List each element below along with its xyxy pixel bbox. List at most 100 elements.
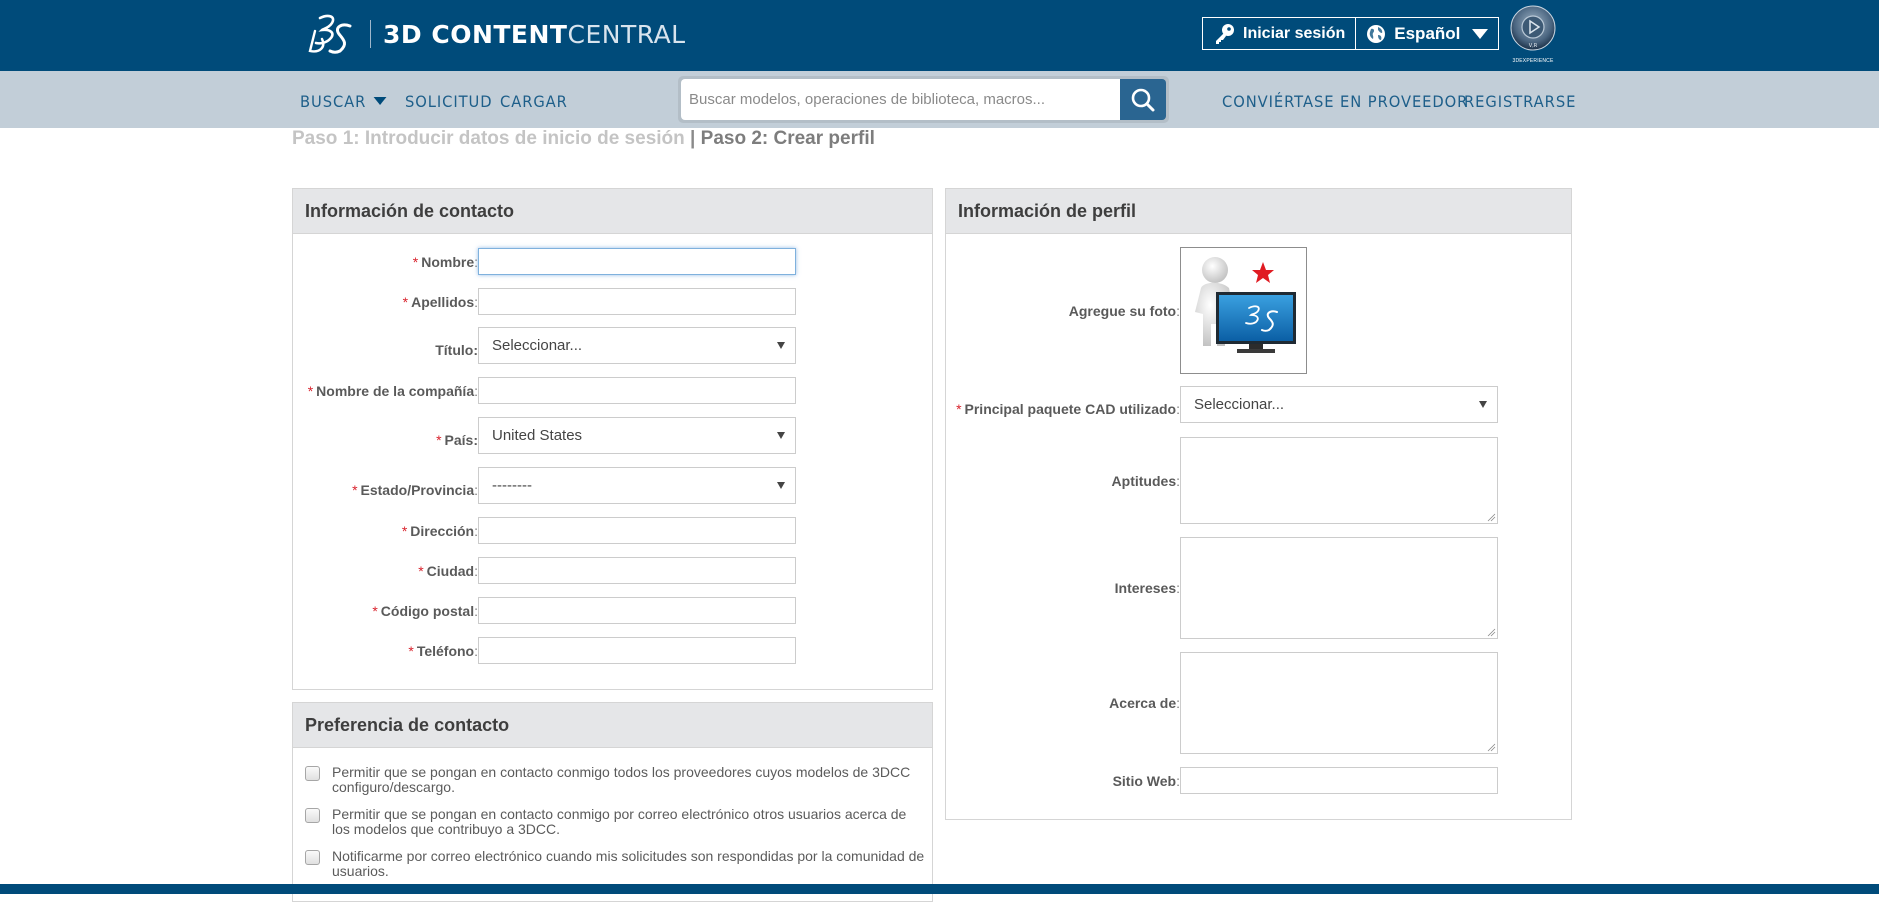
skills-label: Aptitudes: — [1111, 472, 1180, 489]
login-label: Iniciar sesión — [1243, 24, 1346, 42]
preference-text-users: Permitir que se pongan en contacto conmi… — [332, 806, 907, 837]
dropdown-arrow-icon — [777, 432, 785, 439]
ciudad-label: * Ciudad: — [418, 562, 478, 579]
svg-text:V,R: V,R — [1529, 43, 1538, 49]
interests-textarea[interactable] — [1180, 537, 1498, 639]
compania-input[interactable] — [478, 377, 796, 404]
codigo-postal-label: * Código postal: — [372, 602, 478, 619]
apellidos-input[interactable] — [478, 288, 796, 315]
profile-info-panel: Información de perfil Agregue su foto: *… — [945, 188, 1572, 820]
contact-preference-title: Preferencia de contacto — [293, 703, 932, 748]
step-2: Paso 2: Crear perfil — [700, 128, 875, 149]
preference-text-providers: Permitir que se pongan en contacto conmi… — [332, 764, 911, 795]
codigo-postal-input[interactable] — [478, 597, 796, 624]
website-input[interactable] — [1180, 767, 1498, 794]
field-row-estado: * Estado/Provincia: -------- — [293, 467, 796, 504]
about-textarea[interactable] — [1180, 652, 1498, 754]
nav-buscar-label: BUSCAR — [300, 92, 367, 111]
field-row-photo: Agregue su foto: — [946, 247, 1307, 374]
pais-select-value: United States — [492, 427, 583, 444]
pais-label: * País: — [436, 432, 478, 448]
caret-down-icon — [1472, 28, 1489, 39]
field-row-direccion: * Dirección: — [293, 517, 796, 544]
field-row-codigo-postal: * Código postal: — [293, 597, 796, 624]
field-row-website: Sitio Web: — [946, 767, 1498, 794]
nombre-input[interactable] — [478, 248, 796, 275]
profile-photo-upload[interactable] — [1180, 247, 1307, 374]
field-row-titulo: Título: Seleccionar... — [293, 327, 796, 364]
nav-solicitud[interactable]: SOLICITUD — [405, 92, 492, 111]
language-dropdown[interactable]: Español — [1355, 18, 1498, 49]
key-icon — [1216, 23, 1234, 44]
preference-checkbox-users[interactable] — [305, 808, 320, 823]
search-button[interactable] — [1120, 79, 1166, 120]
nav-become-provider[interactable]: CONVIÉRTASE EN PROVEEDOR — [1222, 92, 1468, 111]
apellidos-label: * Apellidos: — [402, 293, 478, 310]
brand-name: 3D CONTENTCENTRAL — [383, 19, 686, 49]
profile-info-title: Información de perfil — [946, 189, 1571, 234]
top-header: 3D CONTENTCENTRAL Iniciar sesión Español — [0, 0, 1879, 71]
telefono-label: * Teléfono: — [408, 642, 478, 659]
field-row-interests: Intereses: — [946, 537, 1498, 639]
compania-label: * Nombre de la compañía: — [307, 382, 478, 399]
globe-icon — [1367, 24, 1386, 43]
estado-select[interactable]: -------- — [478, 467, 796, 504]
search-input[interactable] — [681, 79, 1120, 120]
estado-label: * Estado/Provincia: — [352, 482, 478, 498]
field-row-pais: * País: United States — [293, 417, 796, 454]
preference-option-notify: Notificarme por correo electrónico cuand… — [305, 849, 925, 879]
ciudad-input[interactable] — [478, 557, 796, 584]
nombre-label: * Nombre: — [412, 253, 478, 270]
default-avatar-icon — [1195, 257, 1296, 353]
nav-cargar[interactable]: CARGAR — [500, 92, 568, 111]
nav-register[interactable]: REGISTRARSE — [1464, 92, 1576, 111]
cad-select[interactable]: Seleccionar... — [1180, 386, 1498, 423]
dropdown-arrow-icon — [1479, 401, 1487, 408]
photo-label: Agregue su foto: — [1068, 302, 1180, 319]
titulo-select[interactable]: Seleccionar... — [478, 327, 796, 364]
field-row-ciudad: * Ciudad: — [293, 557, 796, 584]
3dexperience-compass-icon: V,R — [1510, 5, 1556, 51]
dropdown-arrow-icon — [777, 482, 785, 489]
login-button[interactable]: Iniciar sesión — [1203, 18, 1355, 49]
direccion-input[interactable] — [478, 517, 796, 544]
contact-info-panel: Información de contacto * Nombre: * Apelli… — [292, 188, 933, 690]
field-row-skills: Aptitudes: — [946, 437, 1498, 524]
resize-grip-icon[interactable] — [1487, 628, 1496, 637]
direccion-label: * Dirección: — [401, 522, 478, 539]
footer-bar — [0, 884, 1879, 894]
preference-text-notify: Notificarme por correo electrónico cuand… — [332, 848, 925, 879]
resize-grip-icon[interactable] — [1487, 743, 1496, 752]
titulo-label: Título: — [435, 342, 478, 358]
about-label: Acerca de: — [1109, 695, 1180, 711]
preference-checkbox-notify[interactable] — [305, 850, 320, 865]
preference-option-users: Permitir que se pongan en contacto conmi… — [305, 807, 925, 837]
brand-divider — [370, 20, 371, 48]
nav-buscar[interactable]: BUSCAR — [300, 92, 387, 111]
titulo-select-value: Seleccionar... — [492, 337, 583, 354]
preference-checkbox-providers[interactable] — [305, 766, 320, 781]
website-label: Sitio Web: — [1112, 772, 1180, 789]
auth-language-box: Iniciar sesión Español — [1202, 17, 1500, 50]
search-bar — [678, 76, 1169, 123]
field-row-telefono: * Teléfono: — [293, 637, 796, 664]
brand-logo-link[interactable]: 3D CONTENTCENTRAL — [306, 4, 686, 64]
language-label: Español — [1394, 23, 1461, 43]
contact-info-title: Información de contacto — [293, 189, 932, 234]
resize-grip-icon[interactable] — [1487, 513, 1496, 522]
registration-steps: Paso 1: Introducir datos de inicio de se… — [292, 128, 875, 150]
caret-down-icon — [373, 96, 387, 105]
estado-select-value: -------- — [492, 477, 532, 494]
ds-logo-icon — [308, 14, 352, 54]
field-row-about: Acerca de: — [946, 652, 1498, 754]
3dexperience-compass[interactable]: V,R 3DEXPERIENCE — [1508, 4, 1558, 64]
pais-select[interactable]: United States — [478, 417, 796, 454]
cad-label: * Principal paquete CAD utilizado: — [956, 401, 1180, 417]
skills-textarea[interactable] — [1180, 437, 1498, 524]
telefono-input[interactable] — [478, 637, 796, 664]
search-icon — [1131, 88, 1155, 111]
interests-label: Intereses: — [1114, 580, 1180, 596]
field-row-apellidos: * Apellidos: — [293, 288, 796, 315]
cad-select-value: Seleccionar... — [1194, 396, 1285, 413]
preference-option-providers: Permitir que se pongan en contacto conmi… — [305, 765, 925, 795]
